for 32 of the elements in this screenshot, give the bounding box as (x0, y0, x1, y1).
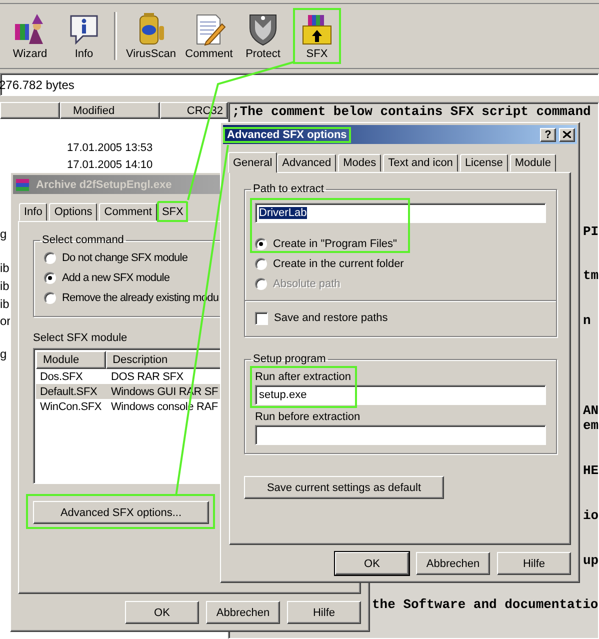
file-name-cell: g (0, 347, 7, 361)
group-title: Path to extract (252, 183, 325, 195)
comment-line: io (583, 508, 599, 523)
comment-line: up (583, 552, 599, 568)
file-name-cell: ib (0, 297, 10, 311)
comment-line: PI (583, 224, 599, 239)
comment-line: ;The comment below contains SFX script command (231, 103, 591, 119)
group-title: Select command (41, 234, 125, 246)
window-title: Archive d2fSetupEngl.exe (35, 178, 173, 192)
file-name-cell: g (0, 227, 7, 241)
field-label: Run before extraction (255, 411, 360, 423)
file-name-cell: ib (0, 261, 10, 275)
option-label: Create in the current folder (273, 258, 404, 270)
date-cell-text: 17.01.2005 14:10 (67, 158, 153, 172)
date-cell-text: 17.01.2005 13:53 (67, 140, 153, 156)
option-label: Absolute path (273, 278, 340, 290)
comment-line: the Software and documentatio (372, 597, 598, 612)
group-title: Setup program (252, 353, 327, 365)
option-label: Add a new SFX module (62, 272, 170, 284)
option-label: Create in "Program Files" (273, 238, 397, 250)
option-label: Do not change SFX module (62, 252, 188, 264)
window-title: Advanced SFX options (223, 126, 351, 142)
field-label: Run after extraction (255, 371, 351, 383)
comment-line: em (583, 418, 599, 433)
comment-line: n (583, 313, 591, 328)
file-name-cell: ib (0, 279, 10, 293)
file-name-cell: or (0, 314, 11, 328)
comment-line: HE (583, 462, 599, 478)
comment-line: tm (583, 268, 599, 284)
checkbox-label: Save and restore paths (274, 312, 388, 324)
field-label: Select SFX module (33, 332, 128, 344)
comment-line: AN (583, 403, 599, 418)
